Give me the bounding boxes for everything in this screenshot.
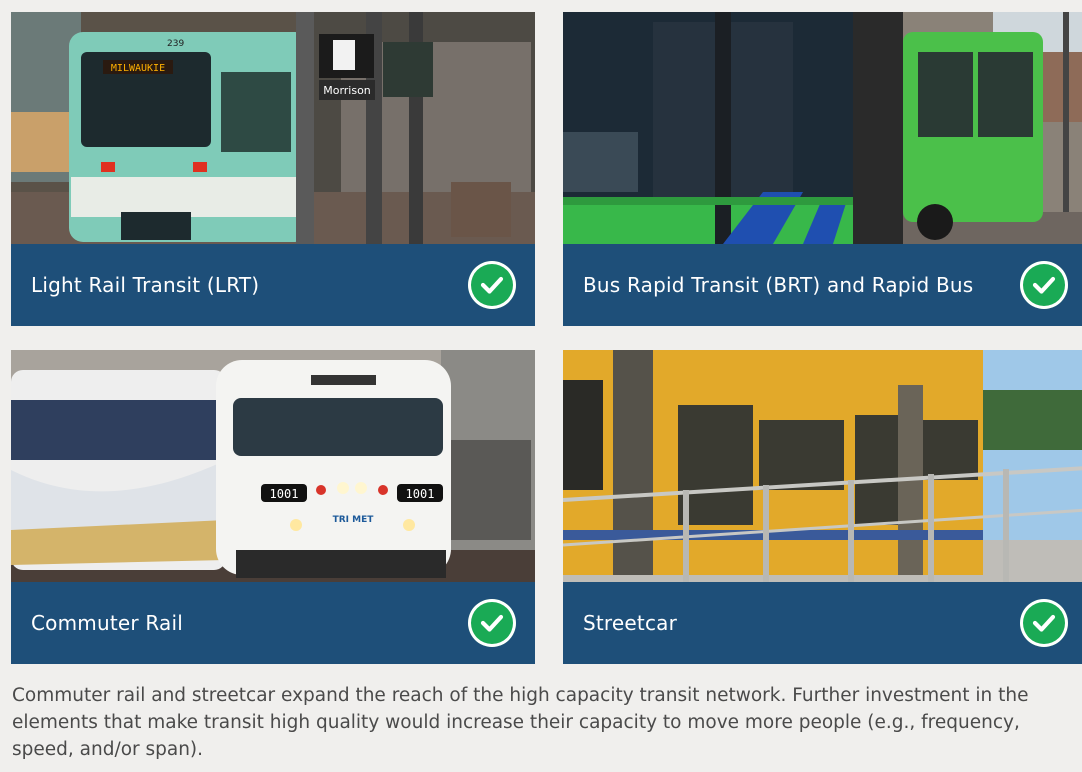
light-rail-photo: MILWAUKIE 239 Morrison [11, 12, 535, 244]
streetcar-label: Streetcar [583, 611, 678, 635]
streetcar-photo [563, 350, 1082, 582]
commuter-rail-label: Commuter Rail [31, 611, 183, 635]
bus-photo [563, 12, 1082, 244]
commuter-rail-bar: Commuter Rail [11, 582, 535, 664]
unit-number-right: 1001 [406, 487, 435, 501]
bus-bar: Bus Rapid Transit (BRT) and Rapid Bus [563, 244, 1082, 326]
car-number-text: 239 [167, 39, 184, 49]
caption-text: Commuter rail and streetcar expand the r… [12, 685, 1029, 760]
tri-met-logo: TRI MET [333, 515, 375, 525]
light-rail-label: Light Rail Transit (LRT) [31, 273, 260, 297]
commuter-rail-photo: 1001 1001 TRI MET [11, 350, 535, 582]
card-streetcar: Streetcar [563, 350, 1082, 664]
streetcar-bar: Streetcar [563, 582, 1082, 664]
check-circle-icon [468, 261, 516, 309]
bus-label: Bus Rapid Transit (BRT) and Rapid Bus [583, 273, 974, 297]
headsign-text: MILWAUKIE [111, 63, 165, 74]
unit-number-left: 1001 [270, 487, 299, 501]
check-circle-icon [1020, 261, 1068, 309]
light-rail-bar: Light Rail Transit (LRT) [11, 244, 535, 326]
card-light-rail: MILWAUKIE 239 Morrison Light Rail Transi… [11, 12, 535, 326]
street-sign-text: Morrison [323, 84, 371, 97]
card-commuter-rail: 1001 1001 TRI MET Commuter Rail [11, 350, 535, 664]
card-bus-rapid-transit: Bus Rapid Transit (BRT) and Rapid Bus [563, 12, 1082, 326]
check-circle-icon [1020, 599, 1068, 647]
check-circle-icon [468, 599, 516, 647]
